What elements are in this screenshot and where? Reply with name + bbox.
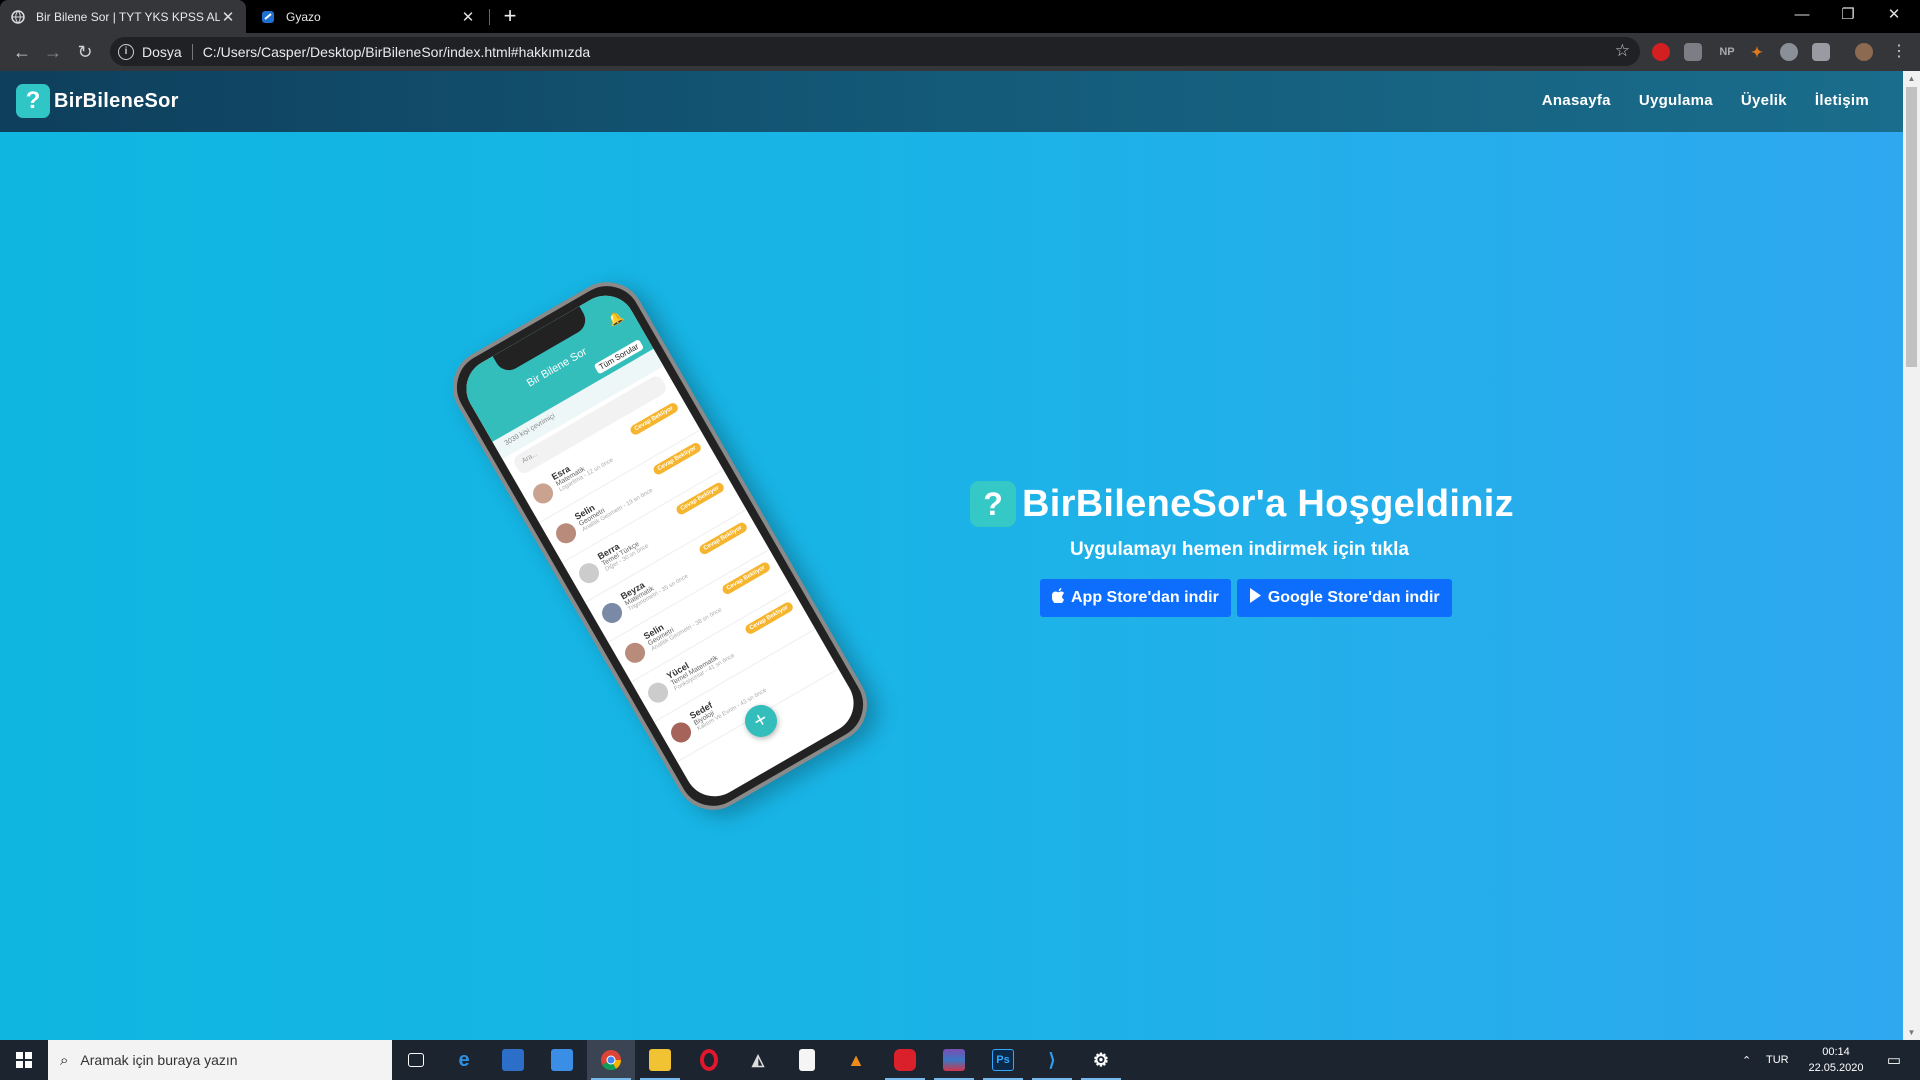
site-brand[interactable]: ? BirBileneSor — [16, 84, 179, 118]
app-store-label: App Store'dan indir — [1071, 589, 1219, 606]
store-icon[interactable] — [489, 1040, 537, 1080]
google-store-button[interactable]: Google Store'dan indir — [1236, 579, 1452, 617]
reload-icon[interactable]: ↻ — [73, 40, 97, 64]
search-icon: ⌕ — [60, 1051, 69, 1069]
browser-toolbar: ← → ↻ i Dosya C:/Users/Casper/Desktop/Bi… — [0, 33, 1920, 71]
file-explorer-icon[interactable] — [636, 1040, 684, 1080]
brand-name: BirBileneSor — [54, 89, 179, 112]
tab-divider — [489, 9, 490, 25]
edge-icon[interactable]: e — [440, 1040, 488, 1080]
tab-gyazo[interactable]: Gyazo ✕ — [250, 0, 486, 33]
back-arrow-icon[interactable]: ← — [10, 40, 34, 64]
nav-links: Anasayfa Uygulama Üyelik İletişim — [1542, 92, 1869, 109]
page-scrollbar[interactable]: ▲ ▼ — [1903, 71, 1920, 1040]
address-bar[interactable]: i Dosya C:/Users/Casper/Desktop/BirBilen… — [110, 37, 1640, 66]
avatar — [552, 519, 580, 547]
google-store-label: Google Store'dan indir — [1267, 589, 1440, 606]
hero-section: ? BirBileneSor'a Hoşgeldiniz Uygulamayı … — [970, 481, 1540, 617]
bookmark-star-icon[interactable]: ☆ — [1615, 41, 1630, 61]
windows-logo-icon — [16, 1052, 32, 1068]
profile-avatar[interactable] — [1855, 43, 1873, 61]
scroll-thumb[interactable] — [1906, 87, 1917, 367]
nav-anasayfa[interactable]: Anasayfa — [1542, 92, 1611, 109]
download-buttons: App Store'dan indir Google Store'dan ind… — [1040, 579, 1540, 617]
notepad-icon[interactable] — [783, 1040, 831, 1080]
input-language[interactable]: TUR — [1766, 1040, 1789, 1080]
extension-shield-icon[interactable] — [1812, 43, 1830, 61]
scheme-label: Dosya — [142, 43, 182, 60]
tab-title: Bir Bilene Sor | TYT YKS KPSS ALES — [36, 9, 220, 24]
play-icon — [1249, 579, 1262, 617]
avatar — [667, 718, 695, 747]
nav-uygulama[interactable]: Uygulama — [1639, 92, 1713, 109]
avatar — [575, 559, 603, 587]
restore-icon[interactable]: ❐ — [1825, 0, 1871, 30]
scroll-down-arrow-icon[interactable]: ▼ — [1907, 1028, 1916, 1037]
opera-icon[interactable] — [685, 1040, 733, 1080]
close-tab-icon[interactable]: ✕ — [220, 8, 236, 26]
extension-red-icon[interactable] — [1652, 43, 1670, 61]
unity-icon[interactable]: ◭ — [734, 1040, 782, 1080]
scroll-up-arrow-icon[interactable]: ▲ — [1907, 74, 1916, 83]
close-tab-icon[interactable]: ✕ — [460, 8, 476, 26]
question-logo-icon: ? — [16, 84, 50, 118]
clock-date: 22.05.2020 — [1808, 1062, 1864, 1074]
app-store-button[interactable]: App Store'dan indir — [1040, 579, 1231, 617]
tab-title: Gyazo — [286, 9, 321, 24]
extension-orange-icon[interactable]: ✦ — [1748, 43, 1766, 61]
vscode-icon[interactable]: ⟩ — [1028, 1040, 1076, 1080]
notification-icon[interactable]: ▭ — [1876, 1040, 1912, 1080]
avatar — [621, 639, 649, 667]
settings-gear-icon[interactable]: ⚙ — [1077, 1040, 1125, 1080]
minimize-icon[interactable]: — — [1779, 0, 1825, 30]
globe-icon — [10, 9, 26, 25]
hero-subtitle: Uygulamayı hemen indirmek için tıkla — [1070, 539, 1409, 560]
tab-birbilenesor[interactable]: Bir Bilene Sor | TYT YKS KPSS ALES ✕ — [0, 0, 246, 33]
apple-icon — [1051, 579, 1065, 617]
avatar — [644, 678, 672, 707]
tray-chevron-icon[interactable]: ⌃ — [1742, 1040, 1751, 1080]
start-button[interactable] — [0, 1040, 48, 1080]
clock-time: 00:14 — [1822, 1046, 1850, 1058]
extension-gamepad-icon[interactable] — [1780, 43, 1798, 61]
phone-screen: 🔔 Bir Bilene Sor Tüm Sorular 3039 kişi ç… — [455, 284, 865, 808]
question-logo-icon: ? — [970, 481, 1016, 527]
nav-iletisim[interactable]: İletişim — [1815, 92, 1869, 109]
mail-icon[interactable] — [538, 1040, 586, 1080]
page-viewport: ? BirBileneSor Anasayfa Uygulama Üyelik … — [0, 71, 1903, 1040]
winrar-icon[interactable] — [930, 1040, 978, 1080]
new-tab-button[interactable]: + — [498, 4, 522, 28]
browser-tabstrip: Bir Bilene Sor | TYT YKS KPSS ALES ✕ Gya… — [0, 0, 1920, 33]
hero-title-row: ? BirBileneSor'a Hoşgeldiniz — [970, 481, 1540, 527]
address-divider — [191, 43, 193, 60]
window-close-icon[interactable]: ✕ — [1871, 0, 1917, 30]
taskbar-clock[interactable]: 00:14 22.05.2020 — [1800, 1044, 1872, 1076]
hero-title: BirBileneSor'a Hoşgeldiniz — [1022, 482, 1514, 525]
taskbar-search-placeholder: Aramak için buraya yazın — [80, 1052, 238, 1068]
site-navbar: ? BirBileneSor Anasayfa Uygulama Üyelik … — [0, 71, 1903, 132]
task-view-icon[interactable] — [392, 1040, 440, 1080]
phone-frame: 🔔 Bir Bilene Sor Tüm Sorular 3039 kişi ç… — [439, 268, 881, 824]
info-icon[interactable]: i — [118, 43, 134, 60]
creative-cloud-icon[interactable] — [881, 1040, 929, 1080]
gyazo-icon — [260, 9, 276, 25]
forward-arrow-icon[interactable]: → — [41, 40, 65, 64]
extension-np-icon[interactable]: NP — [1716, 43, 1738, 61]
vlc-icon[interactable]: ▲ — [832, 1040, 880, 1080]
menu-kebab-icon[interactable]: ⋮ — [1887, 40, 1911, 64]
avatar — [529, 479, 557, 508]
nav-uyelik[interactable]: Üyelik — [1741, 92, 1787, 109]
url-text[interactable]: C:/Users/Casper/Desktop/BirBileneSor/ind… — [203, 44, 591, 60]
photoshop-icon[interactable]: Ps — [979, 1040, 1027, 1080]
taskbar-search[interactable]: ⌕ Aramak için buraya yazın — [48, 1040, 392, 1080]
avatar — [598, 599, 626, 627]
chrome-icon[interactable] — [587, 1040, 635, 1080]
windows-taskbar: ⌕ Aramak için buraya yazın e ◭ ▲ Ps ⟩ ⚙ … — [0, 1040, 1920, 1080]
shield-icon[interactable] — [1684, 43, 1702, 61]
phone-mockup: 🔔 Bir Bilene Sor Tüm Sorular 3039 kişi ç… — [439, 266, 881, 826]
